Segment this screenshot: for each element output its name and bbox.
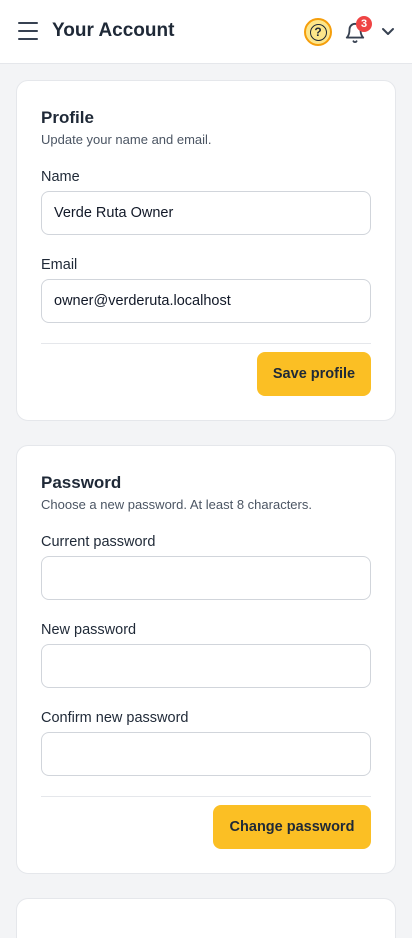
notification-count-badge: 3: [356, 16, 372, 32]
profile-title: Profile: [41, 108, 94, 127]
password-title: Password: [41, 473, 122, 492]
next-card: [16, 898, 396, 938]
current-password-input[interactable]: [41, 556, 371, 600]
profile-description: Update your name and email.: [41, 132, 212, 147]
new-password-label: New password: [41, 622, 137, 638]
help-icon: ?: [309, 23, 327, 41]
password-divider: [41, 796, 371, 797]
name-label: Name: [41, 169, 80, 185]
chevron-down-icon[interactable]: [380, 25, 396, 39]
profile-card: Profile Update your name and email. Name…: [16, 80, 396, 421]
change-password-button[interactable]: Change password: [213, 805, 371, 849]
confirm-password-label: Confirm new password: [41, 710, 189, 726]
email-label: Email: [41, 257, 78, 273]
profile-divider: [41, 343, 371, 344]
top-bar: Your Account ? 3: [0, 0, 412, 64]
email-input[interactable]: [41, 279, 371, 323]
page-title: Your Account: [52, 20, 175, 41]
password-card: Password Choose a new password. At least…: [16, 445, 396, 874]
name-input[interactable]: [41, 191, 371, 235]
hamburger-menu-icon[interactable]: [18, 22, 38, 40]
new-password-input[interactable]: [41, 644, 371, 688]
confirm-password-input[interactable]: [41, 732, 371, 776]
save-profile-button[interactable]: Save profile: [257, 352, 371, 396]
password-description: Choose a new password. At least 8 charac…: [41, 497, 312, 512]
current-password-label: Current password: [41, 534, 156, 550]
help-button[interactable]: ?: [304, 18, 332, 46]
